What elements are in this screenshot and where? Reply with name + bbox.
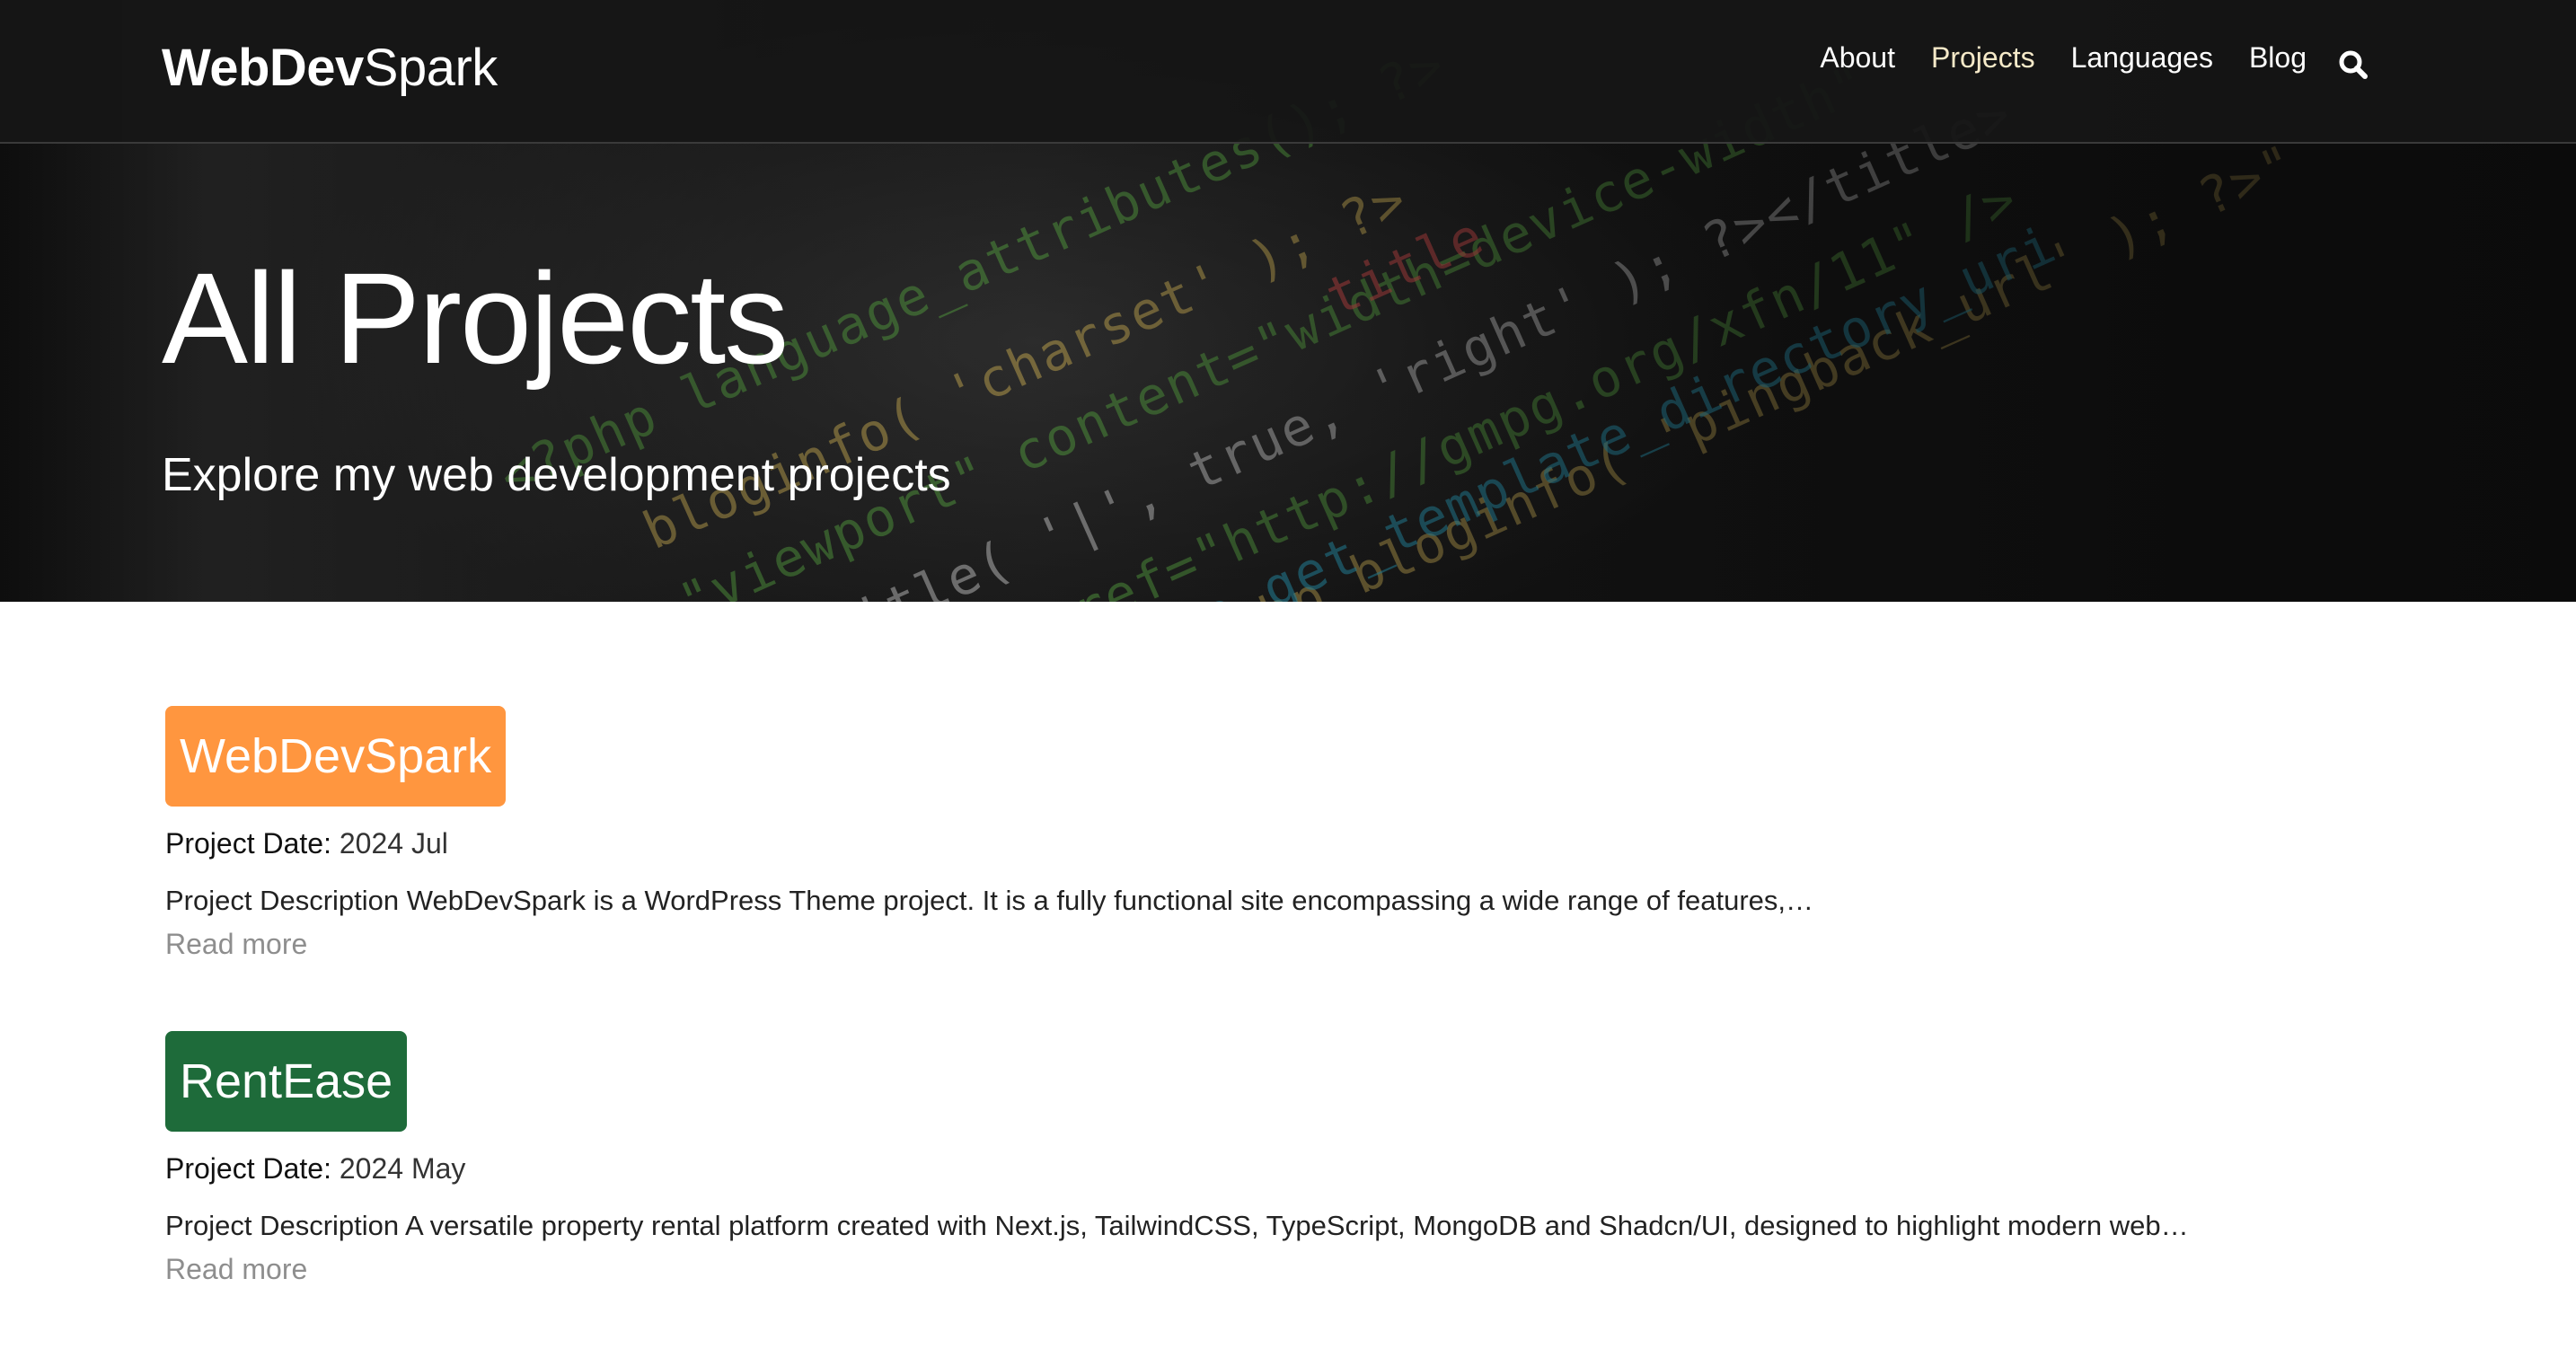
project-date: Project Date: 2024 Jul xyxy=(165,824,2576,862)
project-item: RentEase Project Date: 2024 May Project … xyxy=(165,1031,2576,1288)
nav-link-about[interactable]: About xyxy=(1820,40,1895,75)
nav-link-languages[interactable]: Languages xyxy=(2071,40,2213,75)
nav-link-blog[interactable]: Blog xyxy=(2249,40,2307,75)
page-subtitle: Explore my web development projects xyxy=(162,449,951,501)
read-more-link[interactable]: Read more xyxy=(165,1250,307,1288)
nav-link-projects[interactable]: Projects xyxy=(1931,40,2035,75)
main-nav: About Projects Languages Blog xyxy=(1820,40,2307,75)
project-description: Project Description A versatile property… xyxy=(165,1210,2189,1241)
search-button[interactable] xyxy=(2335,47,2371,83)
project-date-value: 2024 May xyxy=(339,1152,466,1185)
hero-banner: <?php language_attributes(); ?> bloginfo… xyxy=(0,0,2576,602)
page-title: All Projects xyxy=(162,246,789,391)
project-title-badge[interactable]: RentEase xyxy=(165,1031,408,1132)
project-description: Project Description WebDevSpark is a Wor… xyxy=(165,885,1814,916)
project-list: WebDevSpark Project Date: 2024 Jul Proje… xyxy=(0,602,2576,1288)
search-icon xyxy=(2339,50,2368,79)
project-date-label: Project Date: xyxy=(165,1152,331,1185)
project-item: WebDevSpark Project Date: 2024 Jul Proje… xyxy=(165,706,2576,963)
top-navigation-bar: WebDevSpark About Projects Languages Blo… xyxy=(0,0,2576,144)
logo-bold-text: WebDev xyxy=(162,39,364,97)
project-date: Project Date: 2024 May xyxy=(165,1150,2576,1187)
read-more-link[interactable]: Read more xyxy=(165,925,307,963)
project-date-label: Project Date: xyxy=(165,827,331,860)
hero-text: All Projects Explore my web development … xyxy=(162,247,951,502)
project-date-value: 2024 Jul xyxy=(339,827,448,860)
project-title-badge[interactable]: WebDevSpark xyxy=(165,706,507,807)
logo-light-text: Spark xyxy=(363,39,498,97)
site-logo[interactable]: WebDevSpark xyxy=(162,38,498,98)
